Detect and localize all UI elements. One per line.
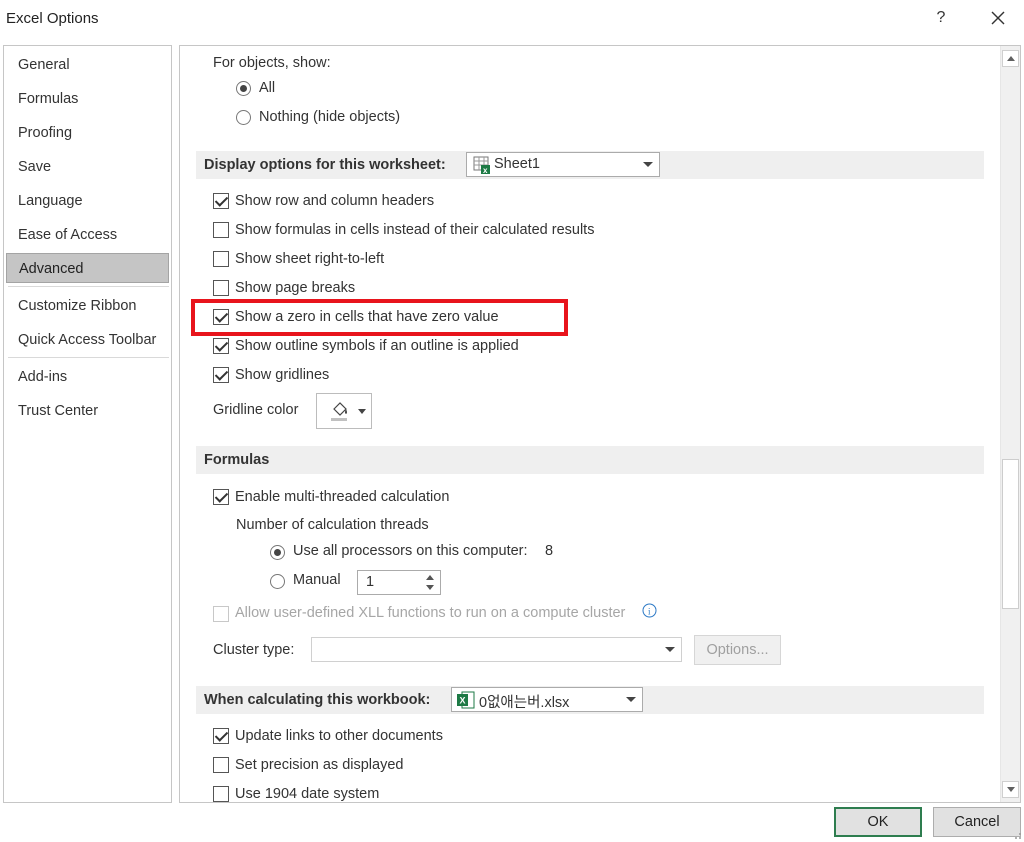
close-button[interactable] [984, 4, 1012, 32]
manual-threads-stepper[interactable]: 1 [357, 570, 441, 595]
show-formulas-label[interactable]: Show formulas in cells instead of their … [235, 222, 594, 238]
processor-count: 8 [545, 543, 554, 559]
svg-text:i: i [648, 607, 651, 617]
scroll-down-button[interactable] [1002, 781, 1019, 798]
show-rtl-label[interactable]: Show sheet right-to-left [235, 251, 384, 267]
resize-grip-icon[interactable] [1010, 828, 1022, 840]
all-processors-label[interactable]: Use all processors on this computer: [293, 543, 528, 559]
info-icon[interactable]: i [642, 603, 657, 618]
objects-nothing-radio[interactable] [236, 110, 251, 125]
window-title: Excel Options [6, 10, 99, 27]
precision-label[interactable]: Set precision as displayed [235, 757, 403, 773]
cluster-type-select[interactable] [311, 637, 682, 662]
show-headers-checkbox[interactable] [213, 193, 229, 209]
excel-icon: X [457, 691, 475, 709]
date-1904-label[interactable]: Use 1904 date system [235, 786, 379, 802]
show-zero-label[interactable]: Show a zero in cells that have zero valu… [235, 309, 499, 325]
all-processors-radio[interactable] [270, 545, 285, 560]
spin-up-icon[interactable] [426, 575, 434, 580]
date-1904-checkbox[interactable] [213, 786, 229, 802]
precision-checkbox[interactable] [213, 757, 229, 773]
scrollbar-thumb[interactable] [1002, 459, 1019, 609]
nav-item-trust-center[interactable]: Trust Center [6, 396, 169, 426]
threads-label: Number of calculation threads [236, 517, 429, 533]
sheet-icon: x [473, 156, 490, 174]
nav-item-proofing[interactable]: Proofing [6, 118, 169, 148]
chevron-down-icon [643, 162, 653, 167]
cancel-button[interactable]: Cancel [933, 807, 1021, 837]
manual-label[interactable]: Manual [293, 572, 341, 588]
objects-all-radio[interactable] [236, 81, 251, 96]
svg-text:x: x [483, 166, 488, 174]
ok-button[interactable]: OK [834, 807, 922, 837]
nav-divider [8, 286, 169, 287]
nav-item-save[interactable]: Save [6, 152, 169, 182]
update-links-checkbox[interactable] [213, 728, 229, 744]
show-formulas-checkbox[interactable] [213, 222, 229, 238]
worksheet-select[interactable]: x Sheet1 [466, 152, 660, 177]
chevron-down-icon [358, 409, 366, 414]
chevron-up-icon [1007, 56, 1015, 61]
chevron-down-icon [1007, 787, 1015, 792]
show-page-breaks-checkbox[interactable] [213, 280, 229, 296]
formulas-section-header: Formulas [196, 446, 984, 474]
objects-nothing-label[interactable]: Nothing (hide objects) [259, 109, 400, 125]
nav-item-ease-of-access[interactable]: Ease of Access [6, 220, 169, 250]
nav-item-add-ins[interactable]: Add-ins [6, 362, 169, 392]
nav-item-language[interactable]: Language [6, 186, 169, 216]
objects-label: For objects, show: [213, 55, 331, 71]
help-button[interactable]: ? [928, 6, 954, 30]
show-headers-label[interactable]: Show row and column headers [235, 193, 434, 209]
svg-text:X: X [460, 696, 466, 706]
xll-label[interactable]: Allow user-defined XLL functions to run … [235, 605, 625, 621]
workbook-select[interactable]: X 0없애는버.xlsx [451, 687, 643, 712]
worksheet-select-value: Sheet1 [494, 156, 540, 172]
options-pane: For objects, show: All Nothing (hide obj… [179, 45, 1021, 803]
xll-checkbox[interactable] [213, 606, 229, 622]
nav-item-customize-ribbon[interactable]: Customize Ribbon [6, 291, 169, 321]
show-page-breaks-label[interactable]: Show page breaks [235, 280, 355, 296]
show-rtl-checkbox[interactable] [213, 251, 229, 267]
manual-radio[interactable] [270, 574, 285, 589]
nav-item-advanced[interactable]: Advanced [6, 253, 169, 283]
chevron-down-icon [626, 697, 636, 702]
multithread-checkbox[interactable] [213, 489, 229, 505]
gridline-color-picker[interactable] [316, 393, 372, 429]
workbook-section-title: When calculating this workbook: [204, 692, 431, 708]
nav-divider [8, 357, 169, 358]
paint-bucket-icon [331, 402, 347, 421]
close-icon [991, 11, 1005, 25]
update-links-label[interactable]: Update links to other documents [235, 728, 443, 744]
show-zero-checkbox[interactable] [213, 309, 229, 325]
options-nav: General Formulas Proofing Save Language … [3, 45, 172, 803]
chevron-down-icon [665, 647, 675, 652]
manual-threads-value: 1 [366, 574, 375, 590]
show-gridlines-label[interactable]: Show gridlines [235, 367, 329, 383]
objects-all-label[interactable]: All [259, 80, 275, 96]
worksheet-section-title: Display options for this worksheet: [204, 157, 446, 173]
formulas-section-title: Formulas [204, 452, 270, 468]
cluster-options-button[interactable]: Options... [694, 635, 781, 665]
scroll-up-button[interactable] [1002, 50, 1019, 67]
gridline-color-label: Gridline color [213, 402, 299, 418]
multithread-label[interactable]: Enable multi-threaded calculation [235, 489, 449, 505]
workbook-select-value: 0없애는버.xlsx [479, 695, 570, 711]
cluster-type-label: Cluster type: [213, 642, 295, 658]
nav-item-formulas[interactable]: Formulas [6, 84, 169, 114]
nav-item-general[interactable]: General [6, 50, 169, 80]
options-content: For objects, show: All Nothing (hide obj… [180, 46, 1000, 802]
show-outline-checkbox[interactable] [213, 338, 229, 354]
vertical-scrollbar[interactable] [1000, 46, 1020, 802]
show-outline-label[interactable]: Show outline symbols if an outline is ap… [235, 338, 519, 354]
nav-item-quick-access-toolbar[interactable]: Quick Access Toolbar [6, 325, 169, 355]
show-gridlines-checkbox[interactable] [213, 367, 229, 383]
spin-down-icon[interactable] [426, 585, 434, 590]
